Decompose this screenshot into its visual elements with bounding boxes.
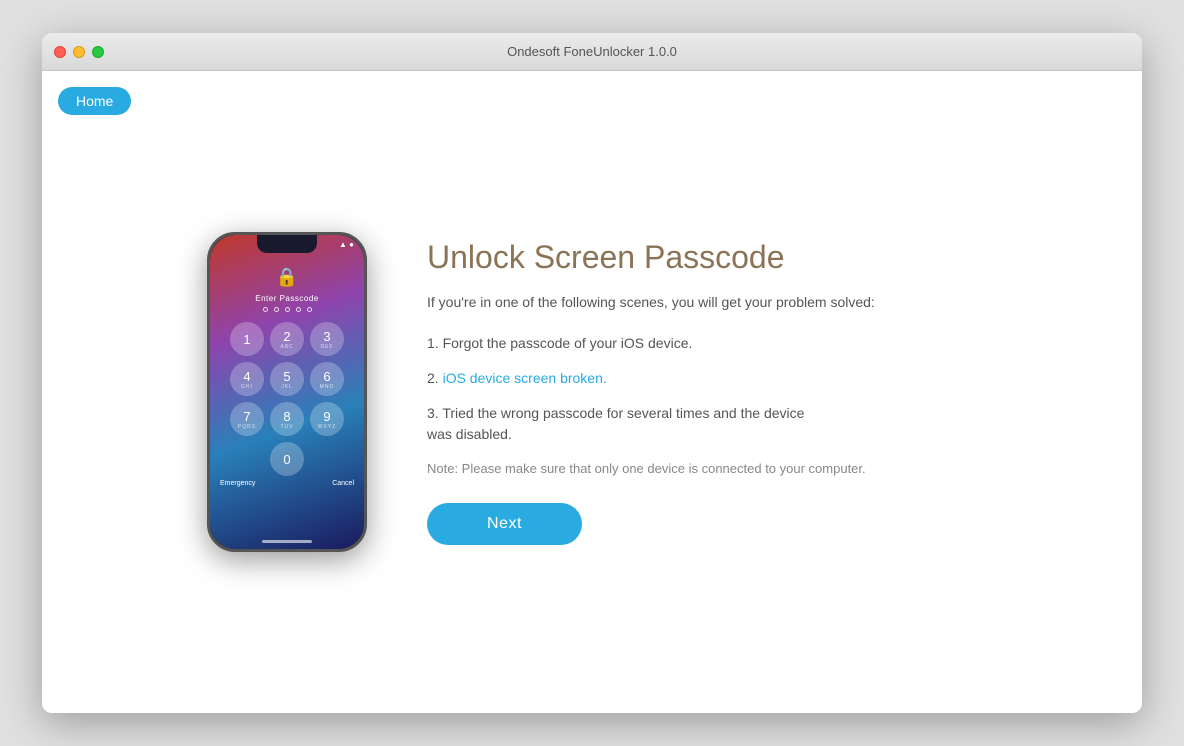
close-button[interactable]: [54, 46, 66, 58]
item2-prefix: 2.: [427, 370, 443, 386]
home-indicator: [262, 540, 312, 543]
phone-mockup: ▲ ● 🔒 Enter Passcode: [207, 232, 367, 552]
cancel-label: Cancel: [332, 480, 354, 487]
emergency-label: Emergency: [220, 480, 255, 487]
num-9[interactable]: 9 WXYZ: [310, 402, 344, 436]
home-button[interactable]: Home: [58, 87, 131, 115]
info-item-3: 3. Tried the wrong passcode for several …: [427, 403, 977, 445]
traffic-lights: [54, 46, 104, 58]
num-1[interactable]: 1: [230, 322, 264, 356]
app-window: Ondesoft FoneUnlocker 1.0.0 Home ▲ ● 🔒 E…: [42, 33, 1142, 713]
dot-2: [274, 307, 279, 312]
next-button[interactable]: Next: [427, 503, 582, 545]
phone-footer: Emergency Cancel: [210, 476, 364, 491]
num-4[interactable]: 4 GHI: [230, 362, 264, 396]
content-area: Home ▲ ● 🔒 Enter Passcode: [42, 71, 1142, 713]
info-item-2: 2. iOS device screen broken.: [427, 368, 977, 389]
dot-3: [285, 307, 290, 312]
phone-frame: ▲ ● 🔒 Enter Passcode: [207, 232, 367, 552]
main-content: ▲ ● 🔒 Enter Passcode: [42, 71, 1142, 713]
num-6[interactable]: 6 MNO: [310, 362, 344, 396]
item3-text: 3. Tried the wrong passcode for several …: [427, 405, 804, 421]
num-2[interactable]: 2 ABC: [270, 322, 304, 356]
info-subtitle: If you're in one of the following scenes…: [427, 292, 977, 313]
numpad: 1 2 ABC 3 DEF 4: [216, 322, 358, 476]
wifi-icon: ▲ ●: [339, 240, 354, 249]
window-title: Ondesoft FoneUnlocker 1.0.0: [507, 44, 677, 59]
num-8[interactable]: 8 TUV: [270, 402, 304, 436]
maximize-button[interactable]: [92, 46, 104, 58]
page-title: Unlock Screen Passcode: [427, 239, 977, 276]
num-empty-right: [310, 442, 344, 476]
dot-4: [296, 307, 301, 312]
num-7[interactable]: 7 PQRS: [230, 402, 264, 436]
minimize-button[interactable]: [73, 46, 85, 58]
item3-cont: was disabled.: [427, 426, 512, 442]
phone-screen: ▲ ● 🔒 Enter Passcode: [210, 235, 364, 549]
num-0[interactable]: 0: [270, 442, 304, 476]
num-3[interactable]: 3 DEF: [310, 322, 344, 356]
info-panel: Unlock Screen Passcode If you're in one …: [427, 239, 977, 545]
passcode-dots: [263, 307, 312, 312]
dot-5: [307, 307, 312, 312]
num-5[interactable]: 5 JKL: [270, 362, 304, 396]
info-note: Note: Please make sure that only one dev…: [427, 459, 977, 479]
num-empty-left: [230, 442, 264, 476]
lock-icon: 🔒: [276, 267, 298, 288]
titlebar: Ondesoft FoneUnlocker 1.0.0: [42, 33, 1142, 71]
dot-1: [263, 307, 268, 312]
item2-highlight: iOS device screen broken.: [443, 370, 607, 386]
enter-passcode-label: Enter Passcode: [255, 294, 318, 303]
phone-notch: [257, 235, 317, 253]
info-item-1: 1. Forgot the passcode of your iOS devic…: [427, 333, 977, 354]
